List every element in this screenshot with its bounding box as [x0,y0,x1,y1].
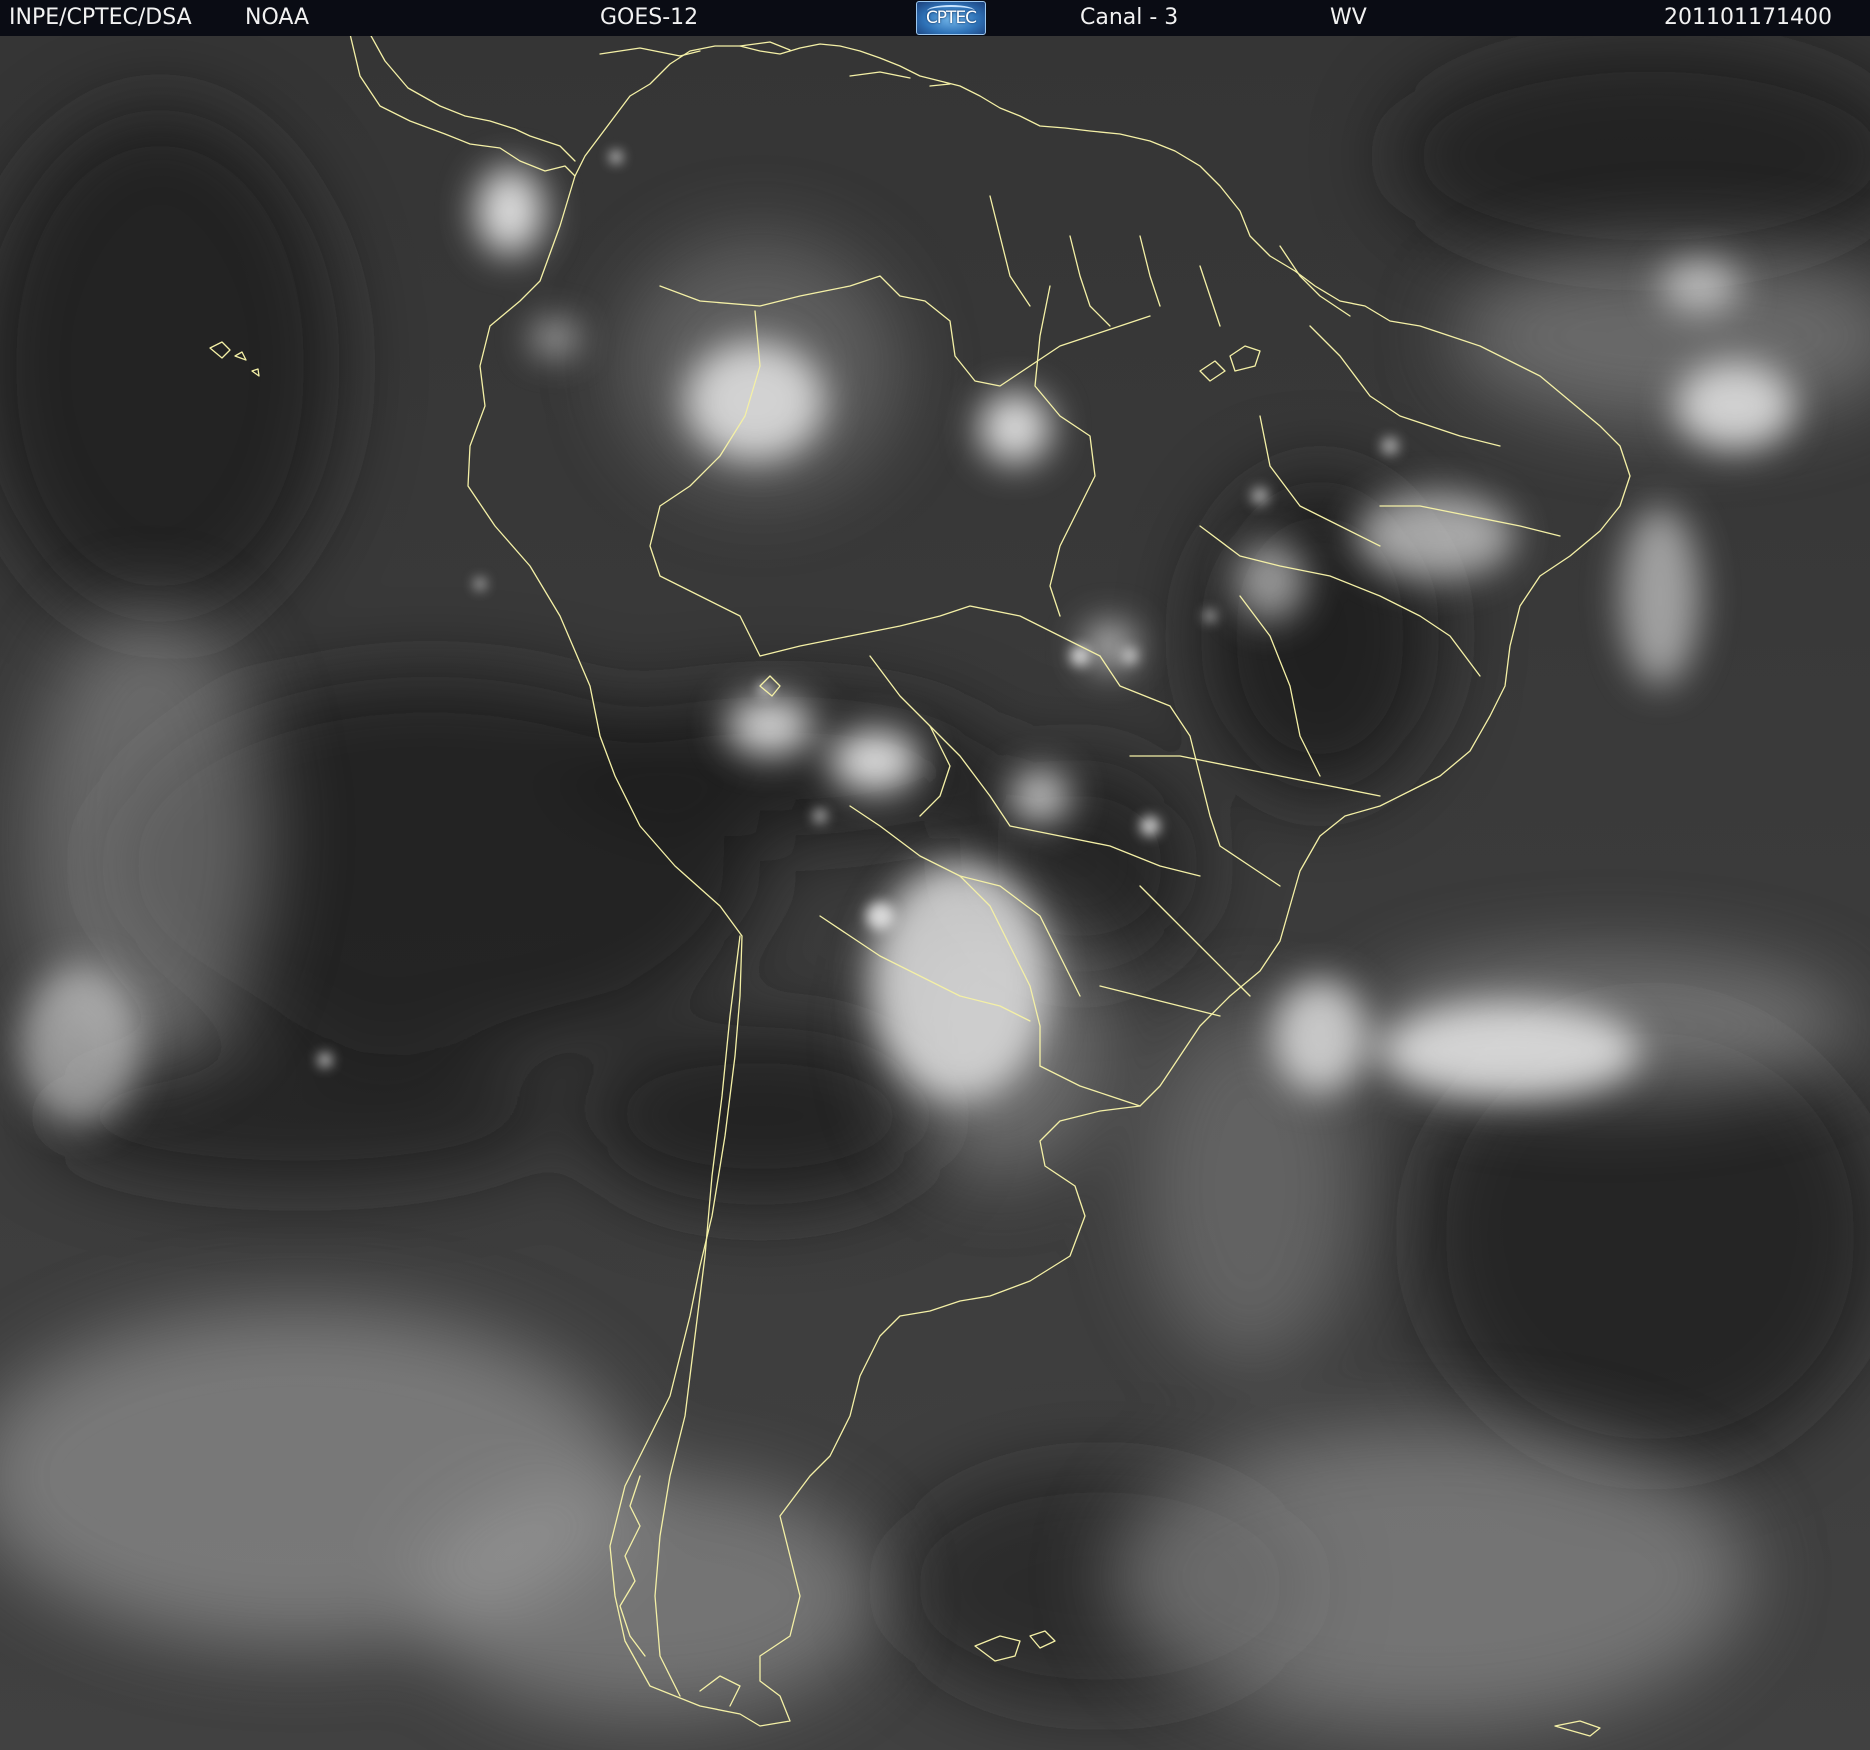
water-vapor-map [0,36,1870,1750]
band-label: WV [1330,5,1367,30]
logo-text: CPTEC [925,8,977,28]
satellite-label: GOES-12 [600,5,699,30]
organization-label: INPE/CPTEC/DSA [9,5,192,30]
timestamp-label: 201101171400 [1664,5,1832,30]
agency-label: NOAA [245,5,310,30]
satellite-image [0,36,1870,1750]
channel-label: Canal - 3 [1080,5,1179,30]
header-bar: INPE/CPTEC/DSA NOAA GOES-12 CPTEC Canal … [0,0,1870,36]
cptec-logo: CPTEC [916,1,986,35]
